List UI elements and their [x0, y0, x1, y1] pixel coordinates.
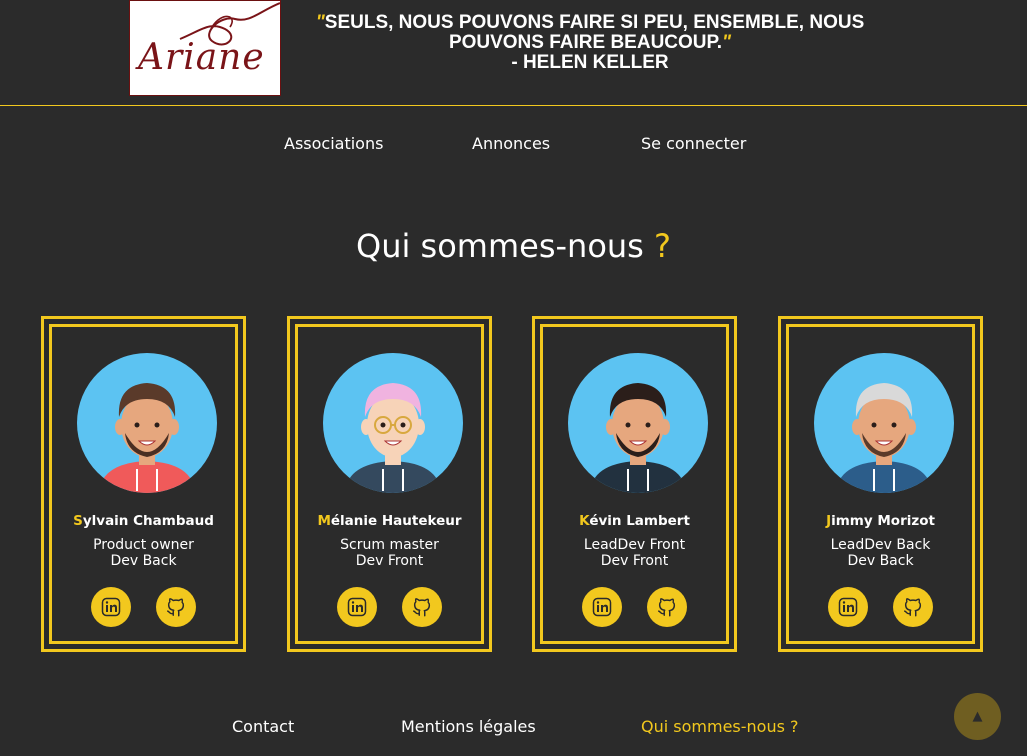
linkedin-button[interactable]	[828, 587, 868, 627]
footer-nav: Contact Mentions légales Qui sommes-nous…	[0, 717, 1027, 737]
member-name: Jimmy Morizot	[789, 513, 972, 529]
team-card-frame: Kévin Lambert LeadDev Front Dev Front	[540, 324, 729, 644]
member-name-rest: ylvain Chambaud	[82, 513, 214, 529]
member-name: Kévin Lambert	[543, 513, 726, 529]
avatar	[568, 353, 708, 493]
page-title: Qui sommes-nous ?	[356, 227, 671, 265]
member-name-rest: évin Lambert	[589, 513, 690, 529]
quote-author: - HELEN KELLER	[511, 52, 669, 73]
member-role: Product owner	[93, 537, 194, 553]
avatar	[323, 353, 463, 493]
github-button[interactable]	[402, 587, 442, 627]
member-name-rest: élanie Hautekeur	[330, 513, 462, 529]
github-button[interactable]	[647, 587, 687, 627]
member-role: LeadDev Front	[583, 537, 686, 553]
member-name: Sylvain Chambaud	[52, 513, 235, 529]
team-card-frame: Mélanie Hautekeur Scrum master Dev Front	[295, 324, 484, 644]
linkedin-icon	[101, 597, 121, 617]
linkedin-button[interactable]	[91, 587, 131, 627]
arrow-up-icon: ▲	[972, 709, 983, 724]
member-role: LeadDev Back	[830, 537, 931, 553]
footer-legal[interactable]: Mentions légales	[401, 717, 536, 736]
member-specialty: Dev Front	[355, 553, 424, 569]
member-specialty: Dev Back	[110, 553, 177, 569]
linkedin-icon	[838, 597, 858, 617]
team-card: Mélanie Hautekeur Scrum master Dev Front	[287, 316, 492, 652]
github-button[interactable]	[893, 587, 933, 627]
header-quote: "SEULS, NOUS POUVONS FAIRE SI PEU, ENSEM…	[300, 13, 880, 73]
team-card-frame: Sylvain Chambaud Product owner Dev Back	[49, 324, 238, 644]
member-role: Scrum master	[340, 537, 439, 553]
team-card: Kévin Lambert LeadDev Front Dev Front	[532, 316, 737, 652]
member-specialty: Dev Front	[600, 553, 669, 569]
team-card: Sylvain Chambaud Product owner Dev Back	[41, 316, 246, 652]
team-card: Jimmy Morizot LeadDev Back Dev Back	[778, 316, 983, 652]
linkedin-button[interactable]	[582, 587, 622, 627]
github-icon	[904, 598, 922, 617]
github-icon	[413, 598, 431, 617]
nav-annonces[interactable]: Annonces	[472, 134, 550, 153]
member-name-rest: immy Morizot	[831, 513, 935, 529]
team-card-frame: Jimmy Morizot LeadDev Back Dev Back	[786, 324, 975, 644]
footer-about[interactable]: Qui sommes-nous ?	[641, 717, 799, 736]
nav-login[interactable]: Se connecter	[641, 134, 746, 153]
linkedin-icon	[347, 597, 367, 617]
github-button[interactable]	[156, 587, 196, 627]
avatar	[814, 353, 954, 493]
avatar	[77, 353, 217, 493]
nav-associations[interactable]: Associations	[284, 134, 383, 153]
member-initial: S	[73, 513, 83, 529]
member-name: Mélanie Hautekeur	[298, 513, 481, 529]
site-logo[interactable]: Ariane	[129, 0, 281, 96]
logo-text: Ariane	[138, 37, 265, 78]
member-specialty: Dev Back	[847, 553, 914, 569]
site-header: Ariane "SEULS, NOUS POUVONS FAIRE SI PEU…	[0, 0, 1027, 106]
main-nav: Associations Annonces Se connecter	[0, 134, 1027, 154]
member-initial: K	[579, 513, 590, 529]
footer-contact[interactable]: Contact	[232, 717, 294, 736]
quote-line-2: POUVONS FAIRE BEAUCOUP.	[448, 32, 723, 53]
linkedin-button[interactable]	[337, 587, 377, 627]
github-icon	[658, 598, 676, 617]
member-initial: M	[317, 513, 331, 529]
linkedin-icon	[592, 597, 612, 617]
back-to-top-button[interactable]: ▲	[954, 693, 1001, 740]
github-icon	[167, 598, 185, 617]
quote-line-1: SEULS, NOUS POUVONS FAIRE SI PEU, ENSEMB…	[324, 12, 865, 33]
